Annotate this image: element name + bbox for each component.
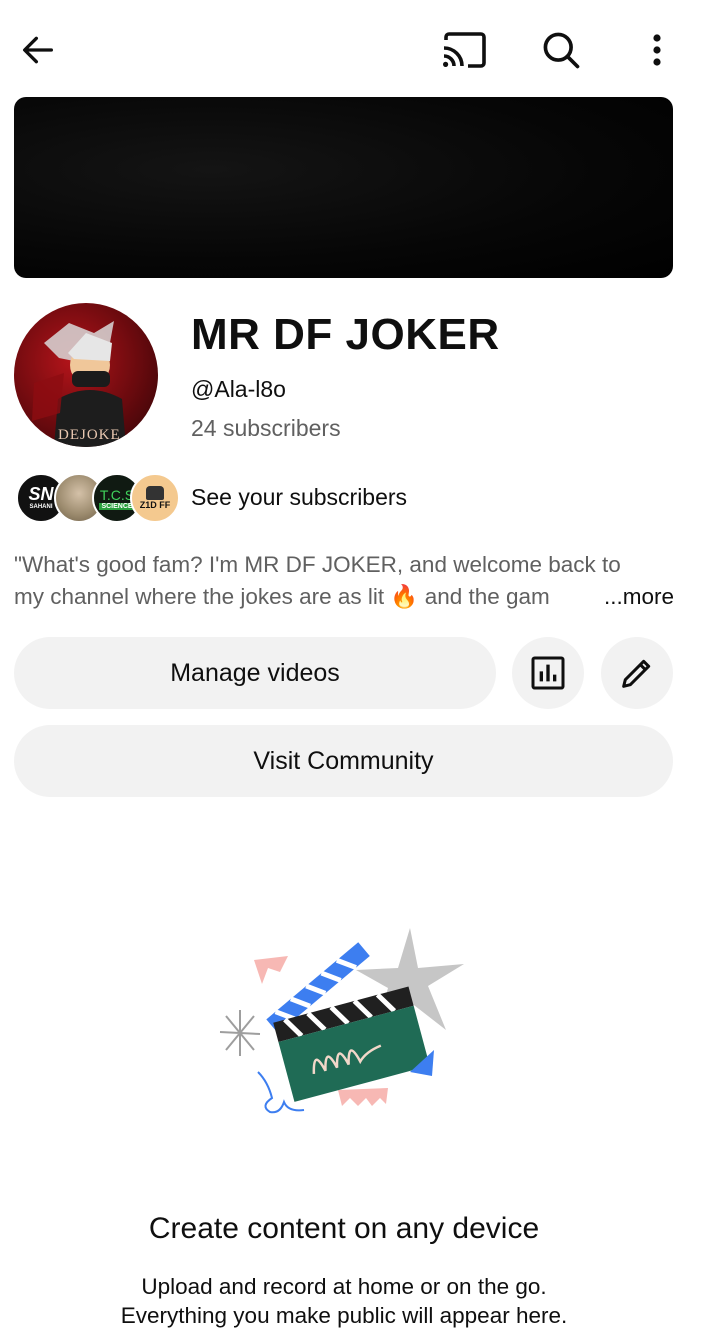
avatar-watermark-text: DEJOKE <box>58 427 121 443</box>
see-subscribers-link[interactable]: See your subscribers <box>191 484 407 511</box>
analytics-icon <box>531 656 565 690</box>
edit-channel-button[interactable] <box>601 637 673 709</box>
analytics-button[interactable] <box>512 637 584 709</box>
channel-handle: @Ala-l8o <box>191 376 286 402</box>
empty-state-subtitle: Upload and record at home or on the go. … <box>0 1272 688 1330</box>
manage-videos-label: Manage videos <box>170 658 340 687</box>
back-button[interactable] <box>14 26 62 74</box>
subscriber-avatar-label: SN <box>28 484 54 504</box>
avatar-image <box>32 321 126 447</box>
channel-banner <box>14 97 673 278</box>
subscriber-count: 24 subscribers <box>191 415 341 441</box>
description-more-link[interactable]: ...more <box>575 581 674 613</box>
subscriber-avatar-sublabel: SCIENCE <box>99 502 135 510</box>
more-vertical-icon <box>653 34 661 66</box>
empty-state-title: Create content on any device <box>148 1212 540 1245</box>
cast-icon <box>443 32 486 68</box>
pencil-icon <box>622 659 651 688</box>
subscriber-avatar-label: T.C.S <box>99 486 135 503</box>
channel-name: MR DF JOKER <box>191 310 500 359</box>
manage-videos-button[interactable]: Manage videos <box>14 637 496 709</box>
cast-button[interactable] <box>438 26 490 74</box>
subscriber-avatar-label: Z1D FF <box>139 499 171 510</box>
more-options-button[interactable] <box>636 26 678 74</box>
search-button[interactable] <box>536 26 586 74</box>
helmet-icon <box>146 485 164 500</box>
visit-community-label: Visit Community <box>253 746 434 775</box>
arrow-left-icon <box>23 36 53 64</box>
search-icon <box>543 32 580 69</box>
visit-community-button[interactable]: Visit Community <box>14 725 673 797</box>
clapperboard-illustration <box>210 920 480 1130</box>
empty-state-line-2: Everything you make public will appear h… <box>120 1303 568 1328</box>
empty-state-line-1: Upload and record at home or on the go. <box>141 1274 547 1299</box>
description-line-1: "What's good fam? I'm MR DF JOKER, and w… <box>14 552 621 577</box>
subscriber-avatar: Z1D FF <box>130 473 180 523</box>
subscriber-avatar-sublabel: SAHANI <box>29 504 53 510</box>
subscriber-avatars[interactable]: SN SAHANI T.C.S SCIENCE Z1D FF <box>16 473 180 523</box>
channel-description[interactable]: "What's good fam? I'm MR DF JOKER, and w… <box>14 549 674 613</box>
channel-avatar[interactable]: DEJOKE <box>14 303 158 447</box>
